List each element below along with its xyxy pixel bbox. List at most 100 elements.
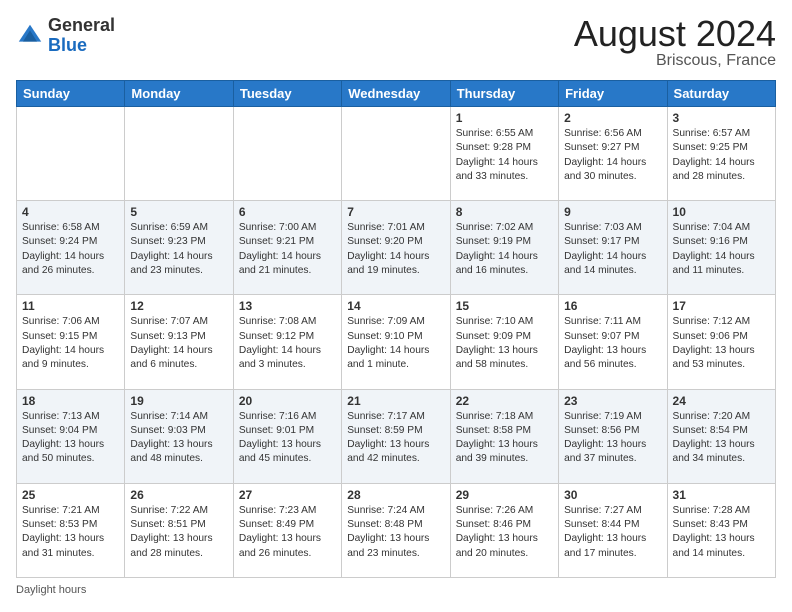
table-row xyxy=(233,107,341,201)
day-info: Sunrise: 7:12 AM Sunset: 9:06 PM Dayligh… xyxy=(673,315,770,372)
table-row: 25Sunrise: 7:21 AM Sunset: 8:53 PM Dayli… xyxy=(17,483,125,577)
table-row: 28 Sunrise: 7:24 AM Sunset: 8:48 PM Dayli… xyxy=(342,483,450,577)
table-row: 17Sunrise: 7:12 AM Sunset: 9:06 PM Dayli… xyxy=(667,295,775,389)
table-row: 13 Sunrise: 7:08 AM Sunset: 9:12 PM Dayli… xyxy=(233,295,341,389)
table-row xyxy=(125,107,233,201)
weekday-header: Tuesday xyxy=(233,81,341,107)
table-row: 8 Sunrise: 7:02 AM Sunset: 9:19 PM Daylig… xyxy=(450,201,558,295)
table-row: 24 Sunrise: 7:20 AM Sunset: 8:54 PM Dayli… xyxy=(667,389,775,483)
table-row: 9Sunrise: 7:03 AM Sunset: 9:17 PM Daylig… xyxy=(559,201,667,295)
weekday-header: Friday xyxy=(559,81,667,107)
weekday-header: Wednesday xyxy=(342,81,450,107)
calendar-week-row: 4Sunrise: 6:58 AM Sunset: 9:24 PM Daylig… xyxy=(17,201,776,295)
day-info: Sunrise: 7:02 AM Sunset: 9:19 PM Dayligh… xyxy=(456,221,553,278)
day-number: 23 xyxy=(564,394,661,408)
day-number: 26 xyxy=(130,488,227,502)
day-number: 16 xyxy=(564,299,661,313)
day-number: 1 xyxy=(456,111,553,125)
day-info: Sunrise: 7:07 AM Sunset: 9:13 PM Dayligh… xyxy=(130,315,227,372)
day-number: 27 xyxy=(239,488,336,502)
day-number: 13 xyxy=(239,299,336,313)
day-number: 21 xyxy=(347,394,444,408)
table-row: 2Sunrise: 6:56 AM Sunset: 9:27 PM Daylig… xyxy=(559,107,667,201)
day-number: 15 xyxy=(456,299,553,313)
day-number: 29 xyxy=(456,488,553,502)
weekday-header: Monday xyxy=(125,81,233,107)
footer: Daylight hours xyxy=(16,584,776,596)
day-info: Sunrise: 7:09 AM Sunset: 9:10 PM Dayligh… xyxy=(347,315,444,372)
logo-icon xyxy=(16,22,44,50)
day-number: 28 xyxy=(347,488,444,502)
day-info: Sunrise: 7:16 AM Sunset: 9:01 PM Dayligh… xyxy=(239,410,336,467)
table-row: 26 Sunrise: 7:22 AM Sunset: 8:51 PM Dayli… xyxy=(125,483,233,577)
table-row: 23 Sunrise: 7:19 AM Sunset: 8:56 PM Dayli… xyxy=(559,389,667,483)
day-info: Sunrise: 7:08 AM Sunset: 9:12 PM Dayligh… xyxy=(239,315,336,372)
day-info: Sunrise: 7:14 AM Sunset: 9:03 PM Dayligh… xyxy=(130,410,227,467)
day-number: 30 xyxy=(564,488,661,502)
location: Briscous, France xyxy=(574,52,776,70)
day-info: Sunrise: 7:22 AM Sunset: 8:51 PM Dayligh… xyxy=(130,504,227,561)
day-number: 7 xyxy=(347,205,444,219)
day-number: 24 xyxy=(673,394,770,408)
day-info: Sunrise: 7:11 AM Sunset: 9:07 PM Dayligh… xyxy=(564,315,661,372)
table-row: 18Sunrise: 7:13 AM Sunset: 9:04 PM Dayli… xyxy=(17,389,125,483)
day-number: 18 xyxy=(22,394,119,408)
day-info: Sunrise: 6:55 AM Sunset: 9:28 PM Dayligh… xyxy=(456,127,553,184)
day-info: Sunrise: 7:27 AM Sunset: 8:44 PM Dayligh… xyxy=(564,504,661,561)
day-info: Sunrise: 7:10 AM Sunset: 9:09 PM Dayligh… xyxy=(456,315,553,372)
table-row: 16 Sunrise: 7:11 AM Sunset: 9:07 PM Dayli… xyxy=(559,295,667,389)
day-number: 14 xyxy=(347,299,444,313)
table-row: 27 Sunrise: 7:23 AM Sunset: 8:49 PM Dayli… xyxy=(233,483,341,577)
calendar-week-row: 1 Sunrise: 6:55 AM Sunset: 9:28 PM Daylig… xyxy=(17,107,776,201)
calendar-week-row: 18Sunrise: 7:13 AM Sunset: 9:04 PM Dayli… xyxy=(17,389,776,483)
day-info: Sunrise: 7:06 AM Sunset: 9:15 PM Dayligh… xyxy=(22,315,119,372)
table-row: 22 Sunrise: 7:18 AM Sunset: 8:58 PM Dayli… xyxy=(450,389,558,483)
logo: General Blue xyxy=(16,16,115,56)
logo-blue: Blue xyxy=(48,36,115,56)
calendar-week-row: 25Sunrise: 7:21 AM Sunset: 8:53 PM Dayli… xyxy=(17,483,776,577)
table-row: 1 Sunrise: 6:55 AM Sunset: 9:28 PM Daylig… xyxy=(450,107,558,201)
day-number: 12 xyxy=(130,299,227,313)
weekday-header: Thursday xyxy=(450,81,558,107)
day-info: Sunrise: 6:56 AM Sunset: 9:27 PM Dayligh… xyxy=(564,127,661,184)
day-info: Sunrise: 7:03 AM Sunset: 9:17 PM Dayligh… xyxy=(564,221,661,278)
day-info: Sunrise: 7:21 AM Sunset: 8:53 PM Dayligh… xyxy=(22,504,119,561)
table-row: 20 Sunrise: 7:16 AM Sunset: 9:01 PM Dayli… xyxy=(233,389,341,483)
table-row xyxy=(342,107,450,201)
header-row: SundayMondayTuesdayWednesdayThursdayFrid… xyxy=(17,81,776,107)
day-number: 11 xyxy=(22,299,119,313)
day-info: Sunrise: 7:00 AM Sunset: 9:21 PM Dayligh… xyxy=(239,221,336,278)
logo-text: General Blue xyxy=(48,16,115,56)
day-info: Sunrise: 7:28 AM Sunset: 8:43 PM Dayligh… xyxy=(673,504,770,561)
day-number: 4 xyxy=(22,205,119,219)
day-info: Sunrise: 7:01 AM Sunset: 9:20 PM Dayligh… xyxy=(347,221,444,278)
table-row: 14 Sunrise: 7:09 AM Sunset: 9:10 PM Dayli… xyxy=(342,295,450,389)
day-number: 22 xyxy=(456,394,553,408)
day-number: 6 xyxy=(239,205,336,219)
day-info: Sunrise: 7:19 AM Sunset: 8:56 PM Dayligh… xyxy=(564,410,661,467)
table-row: 4Sunrise: 6:58 AM Sunset: 9:24 PM Daylig… xyxy=(17,201,125,295)
day-info: Sunrise: 7:04 AM Sunset: 9:16 PM Dayligh… xyxy=(673,221,770,278)
day-info: Sunrise: 7:23 AM Sunset: 8:49 PM Dayligh… xyxy=(239,504,336,561)
day-number: 20 xyxy=(239,394,336,408)
day-info: Sunrise: 7:17 AM Sunset: 8:59 PM Dayligh… xyxy=(347,410,444,467)
daylight-hours-label: Daylight hours xyxy=(16,584,86,596)
table-row: 6 Sunrise: 7:00 AM Sunset: 9:21 PM Daylig… xyxy=(233,201,341,295)
day-number: 10 xyxy=(673,205,770,219)
table-row: 12 Sunrise: 7:07 AM Sunset: 9:13 PM Dayli… xyxy=(125,295,233,389)
day-info: Sunrise: 7:24 AM Sunset: 8:48 PM Dayligh… xyxy=(347,504,444,561)
day-info: Sunrise: 7:20 AM Sunset: 8:54 PM Dayligh… xyxy=(673,410,770,467)
table-row: 11 Sunrise: 7:06 AM Sunset: 9:15 PM Dayli… xyxy=(17,295,125,389)
table-row: 29Sunrise: 7:26 AM Sunset: 8:46 PM Dayli… xyxy=(450,483,558,577)
title-area: August 2024 Briscous, France xyxy=(574,16,776,70)
page: General Blue August 2024 Briscous, Franc… xyxy=(0,0,792,612)
day-info: Sunrise: 7:18 AM Sunset: 8:58 PM Dayligh… xyxy=(456,410,553,467)
calendar-week-row: 11 Sunrise: 7:06 AM Sunset: 9:15 PM Dayli… xyxy=(17,295,776,389)
day-info: Sunrise: 6:59 AM Sunset: 9:23 PM Dayligh… xyxy=(130,221,227,278)
day-number: 3 xyxy=(673,111,770,125)
table-row: 10 Sunrise: 7:04 AM Sunset: 9:16 PM Dayli… xyxy=(667,201,775,295)
table-row: 21 Sunrise: 7:17 AM Sunset: 8:59 PM Dayli… xyxy=(342,389,450,483)
day-number: 8 xyxy=(456,205,553,219)
header: General Blue August 2024 Briscous, Franc… xyxy=(16,16,776,70)
table-row: 7 Sunrise: 7:01 AM Sunset: 9:20 PM Daylig… xyxy=(342,201,450,295)
